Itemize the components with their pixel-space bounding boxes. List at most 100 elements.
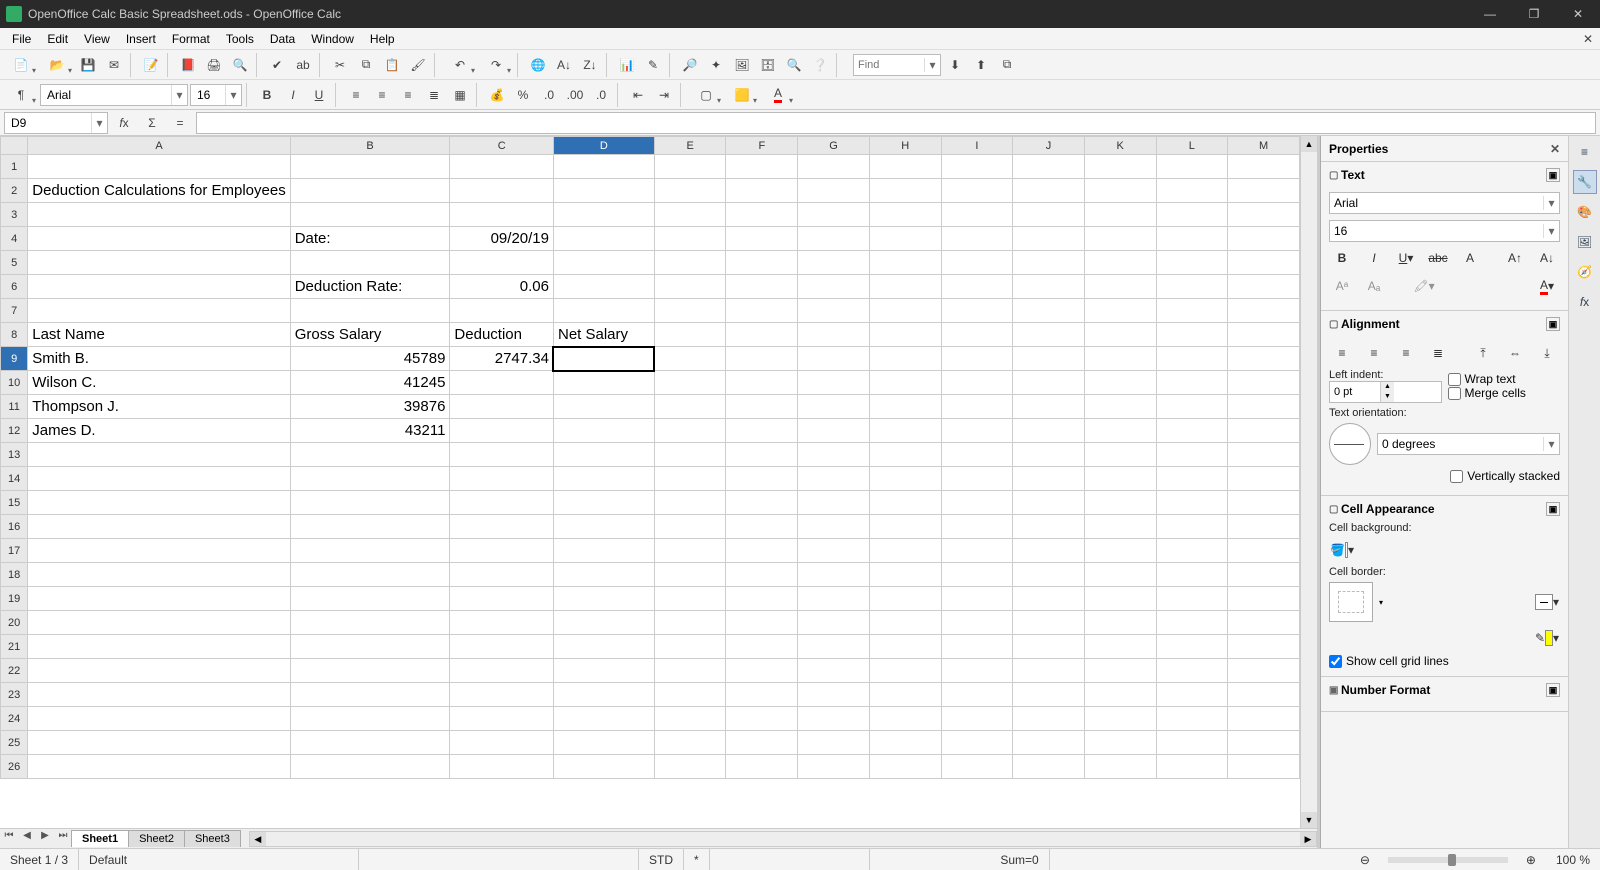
cell-B22[interactable] <box>290 659 450 683</box>
cell-I7[interactable] <box>941 299 1013 323</box>
cell-C4[interactable]: 09/20/19 <box>450 227 554 251</box>
cell-F19[interactable] <box>726 587 798 611</box>
cell-C8[interactable]: Deduction <box>450 323 554 347</box>
cell-E12[interactable] <box>654 419 726 443</box>
cell-B16[interactable] <box>290 515 450 539</box>
row-header-7[interactable]: 7 <box>1 299 28 323</box>
column-header-L[interactable]: L <box>1156 137 1228 155</box>
cell-H24[interactable] <box>869 707 941 731</box>
menu-view[interactable]: View <box>76 30 118 48</box>
cell-B25[interactable] <box>290 731 450 755</box>
cell-F21[interactable] <box>726 635 798 659</box>
maximize-button[interactable]: ❐ <box>1522 4 1546 24</box>
align-top-button[interactable]: ⤒ <box>1470 341 1496 365</box>
cell-M5[interactable] <box>1228 251 1300 275</box>
font-size-input[interactable] <box>191 86 225 104</box>
cell-A21[interactable] <box>28 635 290 659</box>
properties-strike-button[interactable]: abc <box>1425 246 1451 270</box>
cell-K24[interactable] <box>1084 707 1156 731</box>
cell-I17[interactable] <box>941 539 1013 563</box>
cell-C22[interactable] <box>450 659 554 683</box>
cell-J1[interactable] <box>1013 155 1085 179</box>
cell-I23[interactable] <box>941 683 1013 707</box>
sort-desc-button[interactable]: Z↓ <box>578 53 602 77</box>
close-button[interactable]: ✕ <box>1566 4 1590 24</box>
menu-data[interactable]: Data <box>262 30 303 48</box>
sidebar-functions-button[interactable]: fx <box>1573 290 1597 314</box>
bold-button[interactable]: B <box>255 83 279 107</box>
cell-M20[interactable] <box>1228 611 1300 635</box>
row-header-22[interactable]: 22 <box>1 659 28 683</box>
cell-E19[interactable] <box>654 587 726 611</box>
cell-B21[interactable] <box>290 635 450 659</box>
properties-bold-button[interactable]: B <box>1329 246 1355 270</box>
cell-E23[interactable] <box>654 683 726 707</box>
cell-I9[interactable] <box>941 347 1013 371</box>
align-center-button[interactable]: ≡ <box>370 83 394 107</box>
cell-H21[interactable] <box>869 635 941 659</box>
cell-F15[interactable] <box>726 491 798 515</box>
remove-decimal-button[interactable]: .0 <box>589 83 613 107</box>
row-header-5[interactable]: 5 <box>1 251 28 275</box>
cell-M9[interactable] <box>1228 347 1300 371</box>
cell-M3[interactable] <box>1228 203 1300 227</box>
cell-G7[interactable] <box>798 299 870 323</box>
cell-F9[interactable] <box>726 347 798 371</box>
cell-L4[interactable] <box>1156 227 1228 251</box>
cell-J20[interactable] <box>1013 611 1085 635</box>
cell-E15[interactable] <box>654 491 726 515</box>
cell-K13[interactable] <box>1084 443 1156 467</box>
properties-highlight-button[interactable]: 🖍▾ <box>1411 274 1437 298</box>
cell-L8[interactable] <box>1156 323 1228 347</box>
column-header-G[interactable]: G <box>798 137 870 155</box>
cell-A6[interactable] <box>28 275 290 299</box>
cell-F6[interactable] <box>726 275 798 299</box>
cell-G2[interactable] <box>798 179 870 203</box>
cell-H20[interactable] <box>869 611 941 635</box>
cell-H10[interactable] <box>869 371 941 395</box>
cell-J21[interactable] <box>1013 635 1085 659</box>
cell-J15[interactable] <box>1013 491 1085 515</box>
cell-L7[interactable] <box>1156 299 1228 323</box>
spellcheck-button[interactable]: ✔ <box>265 53 289 77</box>
copy-button[interactable]: ⧉ <box>354 53 378 77</box>
cell-C17[interactable] <box>450 539 554 563</box>
indent-up[interactable]: ▲ <box>1380 382 1394 392</box>
cell-M4[interactable] <box>1228 227 1300 251</box>
cell-C16[interactable] <box>450 515 554 539</box>
cell-G9[interactable] <box>798 347 870 371</box>
cell-K10[interactable] <box>1084 371 1156 395</box>
font-name-dropdown[interactable]: ▾ <box>171 85 187 105</box>
cell-B10[interactable]: 41245 <box>290 371 450 395</box>
row-header-19[interactable]: 19 <box>1 587 28 611</box>
zoom-out-button[interactable]: ⊖ <box>1350 849 1380 870</box>
cell-D16[interactable] <box>553 515 654 539</box>
cell-D26[interactable] <box>553 755 654 779</box>
cell-G8[interactable] <box>798 323 870 347</box>
cell-M22[interactable] <box>1228 659 1300 683</box>
cell-G21[interactable] <box>798 635 870 659</box>
cell-D3[interactable] <box>553 203 654 227</box>
cell-F23[interactable] <box>726 683 798 707</box>
cell-B4[interactable]: Date: <box>290 227 450 251</box>
cell-L12[interactable] <box>1156 419 1228 443</box>
cell-D5[interactable] <box>553 251 654 275</box>
close-document-button[interactable]: ✕ <box>1580 32 1596 46</box>
cell-J23[interactable] <box>1013 683 1085 707</box>
cell-B15[interactable] <box>290 491 450 515</box>
cut-button[interactable]: ✂ <box>328 53 352 77</box>
cell-L5[interactable] <box>1156 251 1228 275</box>
cell-E8[interactable] <box>654 323 726 347</box>
styles-button[interactable]: ¶ <box>4 83 38 107</box>
cell-A19[interactable] <box>28 587 290 611</box>
cell-K7[interactable] <box>1084 299 1156 323</box>
cell-D21[interactable] <box>553 635 654 659</box>
cell-F14[interactable] <box>726 467 798 491</box>
column-header-B[interactable]: B <box>290 137 450 155</box>
cell-H14[interactable] <box>869 467 941 491</box>
cell-I20[interactable] <box>941 611 1013 635</box>
row-header-13[interactable]: 13 <box>1 443 28 467</box>
cell-F5[interactable] <box>726 251 798 275</box>
cell-D11[interactable] <box>553 395 654 419</box>
cell-J16[interactable] <box>1013 515 1085 539</box>
